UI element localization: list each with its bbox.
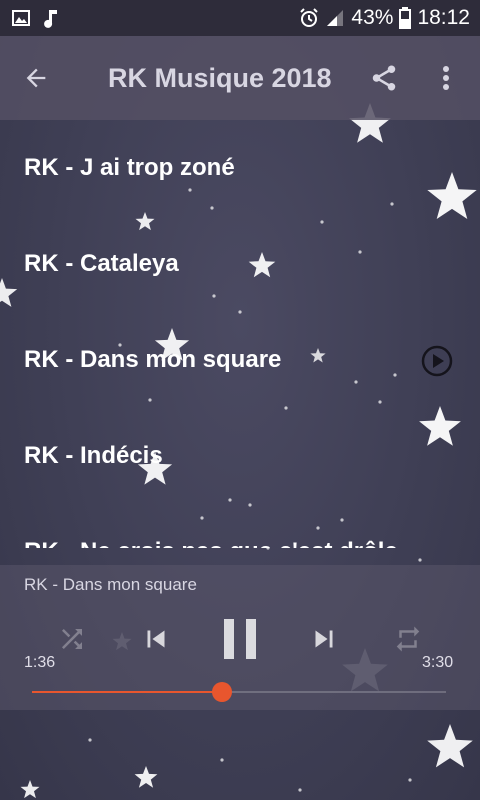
now-playing-icon — [421, 345, 453, 377]
clock: 18:12 — [417, 6, 470, 29]
next-button[interactable] — [304, 617, 344, 661]
page-title: RK Musique 2018 — [108, 62, 332, 93]
song-title: RK - Indécis — [24, 442, 163, 469]
pause-button[interactable] — [214, 617, 266, 661]
song-title: RK - Cataleya — [24, 250, 179, 277]
song-item[interactable]: RK - Dans mon square — [0, 312, 480, 408]
total-time: 3:30 — [422, 654, 454, 671]
image-notification-icon — [12, 10, 30, 26]
skip-next-icon — [315, 630, 333, 648]
star-dot — [408, 778, 412, 782]
pause-icon — [224, 619, 256, 659]
seek-bar-progress — [32, 691, 223, 693]
song-title: RK - Dans mon square — [24, 346, 282, 373]
app-bar: RK Musique 2018 — [0, 36, 480, 120]
song-list: RK - J ai trop zoné RK - Cataleya RK - D… — [0, 120, 480, 548]
star-decoration — [134, 766, 158, 788]
seek-bar[interactable] — [32, 682, 446, 702]
song-title: RK - J ai trop zoné — [24, 154, 235, 181]
star-decoration — [427, 724, 473, 768]
song-item[interactable]: RK - Indécis — [0, 408, 480, 504]
now-playing-title: RK - Dans mon square — [24, 575, 197, 594]
arrow-back-icon — [26, 68, 46, 88]
repeat-icon — [396, 626, 420, 652]
shuffle-icon — [62, 629, 82, 649]
battery-icon — [399, 7, 412, 29]
music-note-icon — [44, 10, 57, 28]
share-icon — [372, 65, 396, 91]
seek-bar-thumb[interactable] — [212, 682, 233, 702]
song-title: RK - Ne crois pas que c'est drôle — [0, 538, 398, 548]
player-panel: RK - Dans mon square 1:36 3:30 — [0, 565, 480, 710]
alarm-icon — [300, 8, 319, 27]
back-button[interactable] — [0, 36, 72, 120]
star-dot — [418, 558, 422, 562]
song-item[interactable]: RK - Ne crois pas que c'est drôle — [0, 504, 480, 548]
current-time: 1:36 — [24, 654, 56, 671]
song-item[interactable]: RK - Cataleya — [0, 216, 480, 312]
previous-button[interactable] — [136, 617, 176, 661]
star-dot — [220, 758, 224, 762]
shuffle-button[interactable] — [52, 617, 92, 661]
battery-percent: 43% — [351, 6, 394, 29]
more-vert-icon — [443, 66, 449, 90]
more-options-button[interactable] — [424, 36, 468, 120]
star-dot — [298, 788, 302, 792]
signal-icon — [327, 10, 344, 26]
song-item[interactable]: RK - J ai trop zoné — [0, 120, 480, 216]
share-button[interactable] — [360, 36, 408, 120]
skip-previous-icon — [147, 630, 165, 648]
status-bar: 43% 18:12 — [0, 0, 480, 36]
star-decoration — [20, 780, 40, 799]
star-dot — [88, 738, 92, 742]
